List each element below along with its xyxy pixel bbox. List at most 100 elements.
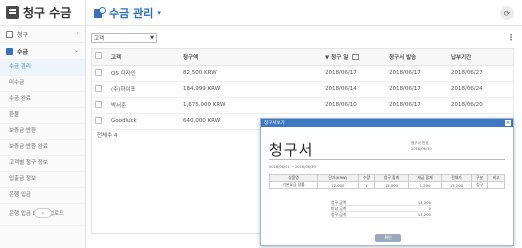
cell-customer: 박서준 [108,97,180,114]
invoice-col: 수량 [357,174,376,182]
summary-value: 0 [428,206,431,211]
row-select-cell[interactable] [92,65,108,82]
app-title: 청구 수금 [23,6,72,20]
collection-icon [94,7,106,18]
invoice-title: 청구서 [269,141,314,159]
invoice-cell: 12,000 [316,181,359,189]
summary-label: 미납 금액 [331,206,347,211]
row-select-cell[interactable] [92,97,108,114]
invoice-cell [487,181,505,189]
row-checkbox[interactable] [95,116,102,124]
chevron-down-icon[interactable]: ▾ [157,9,161,17]
invoice-table-header: 상품명 단가(KRW) 수량 청구 합계 세금 합계 전체가 구분 비고 [269,174,505,182]
billing-logo-icon [6,6,19,19]
invoice-cell: 1,200 [407,181,443,189]
invoice-items-table: 상품명 단가(KRW) 수량 청구 합계 세금 합계 전체가 구분 비고 기본요… [269,174,505,189]
invoice-number-label: 청구서 번호 [411,141,429,145]
sidebar-item-label: 수금 [17,48,29,56]
table-header-row: 고객 청구액 ▼ 청구 일 청구서 발송 납부기간 [92,49,513,66]
sidebar-item-unpaid[interactable]: 미수금 [0,76,85,92]
sidebar-item-customer-billing[interactable]: 고객별 청구 정보 [0,156,85,172]
cell-customer: OS 디자인 [108,65,180,82]
cell-sent: 2018/06/17 [386,97,448,114]
cell-due: 2018/06/27 [448,65,513,82]
cell-due: 2018/06/24 [448,81,513,98]
collection-icon [6,47,13,55]
search-filter-select[interactable]: 고객 ▼ [91,33,157,43]
cell-billing-date: 2018/06/10 [322,97,386,114]
invoice-cell: 기본요금 정률 [269,181,318,189]
invoice-cell: 1 [357,181,376,189]
table-row[interactable]: 박서준 1,675,000 KRW 2018/06/10 2018/06/17 … [92,97,513,114]
col-billing-date[interactable]: ▼ 청구 일 [322,49,386,66]
invoice-col: 청구 합계 [374,174,409,182]
chevron-down-icon: ⌄ [73,47,79,54]
invoice-cell: 12,000 [374,181,409,189]
summary-value: 13,200 [417,200,431,205]
refresh-button[interactable]: ⟳ [500,6,514,20]
invoice-modal: 청구서보기 × 청구서 청구서 번호 2018/06/20 2018/06/01… [260,118,514,246]
sidebar-item-transactions[interactable]: 입출금 정보 [0,172,85,188]
chevron-right-icon: › [76,30,79,37]
summary-label: 청구 금액 [331,200,347,205]
sidebar-item-label: 청구 [17,31,29,39]
summary-row: 청구 금액 13,200 [331,212,431,218]
cell-customer: (주)하이포 [108,81,180,98]
sidebar-item-deposit-return[interactable]: 보증금 반환 [0,124,85,140]
sidebar-item-deposit-return-done[interactable]: 보증금 반환 완료 [0,140,85,156]
invoice-col: 상품명 [269,174,318,182]
sort-toggle-icon[interactable] [352,54,360,61]
invoice-issue-date: 2018/06/20 [411,147,432,151]
invoice-cell: 13,200 [441,181,472,189]
sidebar-group-collection[interactable]: 수금 ⌄ [0,43,85,60]
confirm-button[interactable]: 확인 [375,234,401,242]
invoice-table-row: 기본요금 정률 12,000 1 12,000 1,200 13,200 청구 [269,181,505,189]
invoice-col: 비고 [487,174,505,182]
cell-amount: 184,999 KRW [180,81,322,98]
col-sent[interactable]: 청구서 발송 [386,49,448,66]
select-all-checkbox[interactable] [95,52,102,60]
cell-amount: 82,500 KRW [180,65,322,82]
invoice-period: 2018/06/01 ~ 2018/06/30 [269,165,316,169]
sidebar-item-bank-deposit[interactable]: 은행 입금 [0,188,85,204]
cell-sent: 2018/06/17 [386,81,448,98]
table-row[interactable]: OS 디자인 82,500 KRW 2018/06/17 2018/06/17 … [92,65,513,82]
col-due[interactable]: 납부기간 [448,49,513,66]
more-menu-icon[interactable]: ⋮ [507,33,515,42]
cell-due: 2018/06/20 [448,97,513,114]
invoice-col: 세금 합계 [407,174,443,182]
sidebar-item-billing[interactable]: 청구 › [0,26,85,43]
cell-billing-date: 2018/06/17 [322,65,386,82]
invoice-col: 전체가 [441,174,472,182]
summary-label: 청구 금액 [331,212,347,217]
table-row[interactable]: (주)하이포 184,999 KRW 2018/06/14 2018/06/17… [92,81,513,98]
invoice-divider [269,159,505,160]
sidebar-collapse-button[interactable]: ‹ [34,208,52,218]
row-checkbox[interactable] [95,84,102,92]
row-select-cell[interactable] [92,81,108,98]
close-icon[interactable]: × [505,120,511,126]
sidebar-item-collected[interactable]: 수금 완료 [0,92,85,108]
invoice-col: 구분 [470,174,489,182]
col-amount[interactable]: 청구액 [180,49,322,66]
invoice-cell: 청구 [470,181,489,189]
summary-value: 13,200 [417,212,431,217]
col-billing-date-label: 청구 일 [331,54,349,61]
row-select-cell[interactable] [92,113,108,130]
cell-sent: 2018/06/17 [386,65,448,82]
app-brand: 청구 수금 [0,0,85,26]
sidebar-item-refund[interactable]: 환불 [0,108,85,124]
sort-icon: ▼ [325,54,330,61]
modal-header: 청구서보기 × [261,119,513,127]
sidebar: 청구 수금 청구 › 수금 ⌄ 수금 관리 미수금 수금 완료 환불 보증금 반… [0,0,86,248]
total-count: 전체수 4 [97,133,118,139]
row-checkbox[interactable] [95,68,102,76]
col-customer[interactable]: 고객 [108,49,180,66]
filter-select-value: 고객 [94,36,105,42]
page-title[interactable]: 수금 관리 [109,5,153,21]
invoice-summary: 청구 금액 13,200 미납 금액 0 청구 금액 13,200 [331,200,431,218]
select-all-cell[interactable] [92,49,108,66]
row-checkbox[interactable] [95,100,102,108]
caret-down-icon: ▼ [150,35,154,41]
sidebar-item-collection-manage[interactable]: 수금 관리 [0,60,85,76]
